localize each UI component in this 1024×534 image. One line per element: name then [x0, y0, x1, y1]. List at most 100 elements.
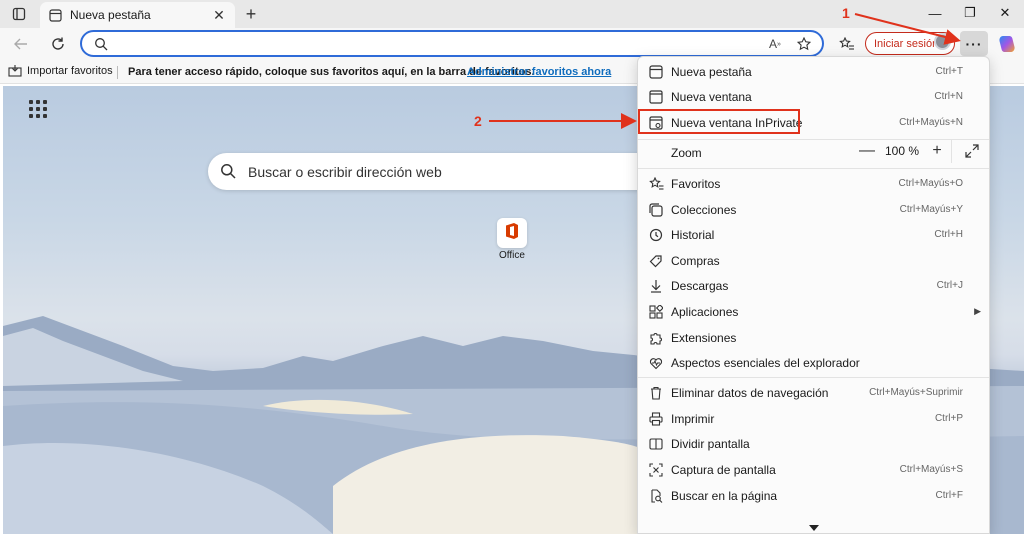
- screenshot-icon: [648, 462, 664, 478]
- menu-item-downloads[interactable]: Descargas Ctrl+J: [638, 273, 989, 298]
- annotation-step-1: 1: [842, 5, 850, 21]
- new-window-icon: [648, 89, 664, 105]
- menu-label: Historial: [671, 227, 715, 242]
- menu-item-clear-browsing-data[interactable]: Eliminar datos de navegación Ctrl+Mayús+…: [638, 380, 989, 405]
- new-tab-favicon-icon: [48, 8, 62, 22]
- heart-pulse-icon: [648, 355, 664, 371]
- menu-label: Compras: [671, 253, 720, 268]
- menu-shortcut: Ctrl+Mayús+Suprimir: [869, 387, 963, 398]
- avatar[interactable]: [934, 33, 951, 50]
- menu-divider: [638, 168, 989, 169]
- menu-item-screenshot[interactable]: Captura de pantalla Ctrl+Mayús+S: [638, 457, 989, 482]
- menu-item-split-screen[interactable]: Dividir pantalla: [638, 431, 989, 456]
- menu-label: Dividir pantalla: [671, 436, 750, 451]
- new-tab-icon: [648, 64, 664, 80]
- menu-shortcut: Ctrl+J: [936, 280, 963, 291]
- submenu-arrow-icon: ▶: [974, 306, 981, 316]
- menu-shortcut: Ctrl+Mayús+N: [899, 117, 963, 128]
- menu-divider: [638, 377, 989, 378]
- import-icon: [8, 65, 22, 77]
- back-icon[interactable]: [8, 32, 34, 56]
- menu-label: Favoritos: [671, 176, 721, 191]
- history-icon: [648, 227, 664, 243]
- favorites-icon: [648, 176, 664, 192]
- settings-more-button[interactable]: ···: [960, 31, 988, 56]
- favorites-list-icon[interactable]: [834, 32, 860, 56]
- zoom-in-icon[interactable]: +: [927, 141, 947, 161]
- zoom-level: 100 %: [884, 144, 920, 158]
- fullscreen-icon[interactable]: [963, 142, 981, 160]
- menu-item-new-window[interactable]: Nueva ventana Ctrl+N: [638, 84, 989, 109]
- tab-close-icon[interactable]: ✕: [211, 7, 227, 23]
- menu-shortcut: Ctrl+Mayús+Y: [899, 204, 963, 215]
- menu-item-history[interactable]: Historial Ctrl+H: [638, 222, 989, 247]
- download-icon: [648, 278, 664, 294]
- menu-shortcut: Ctrl+Mayús+S: [899, 464, 963, 475]
- menu-label: Captura de pantalla: [671, 462, 776, 477]
- copilot-icon[interactable]: [997, 34, 1017, 54]
- office-label: Office: [499, 250, 525, 261]
- tab-new-tab[interactable]: Nueva pestaña ✕: [40, 2, 235, 28]
- page-search-placeholder: Buscar o escribir dirección web: [248, 164, 442, 180]
- menu-shortcut: Ctrl+H: [934, 229, 963, 240]
- search-icon: [220, 163, 236, 179]
- import-favorites-button[interactable]: Importar favoritos: [8, 65, 113, 77]
- menu-label: Eliminar datos de navegación: [671, 385, 829, 400]
- menu-item-new-tab[interactable]: Nueva pestaña Ctrl+T: [638, 59, 989, 84]
- favorite-star-icon[interactable]: [794, 35, 814, 53]
- menu-item-find-on-page[interactable]: Buscar en la página Ctrl+F: [638, 483, 989, 508]
- menu-label: Nueva ventana InPrivate: [671, 115, 803, 130]
- menu-label: Imprimir: [671, 411, 715, 426]
- restore-icon[interactable]: ❐: [955, 2, 985, 24]
- menu-label: Extensiones: [671, 330, 737, 345]
- page-search-box[interactable]: Buscar o escribir dirección web: [208, 153, 688, 190]
- new-tab-plus-icon[interactable]: +: [240, 4, 262, 24]
- menu-item-collections[interactable]: Colecciones Ctrl+Mayús+Y: [638, 197, 989, 222]
- import-favorites-label: Importar favoritos: [27, 65, 113, 77]
- read-aloud-icon[interactable]: A»: [765, 35, 785, 53]
- menu-item-print[interactable]: Imprimir Ctrl+P: [638, 406, 989, 431]
- menu-item-new-inprivate-window[interactable]: Nueva ventana InPrivate Ctrl+Mayús+N: [638, 110, 989, 135]
- menu-scroll-down-icon[interactable]: [808, 519, 820, 531]
- split-screen-icon: [648, 436, 664, 452]
- settings-menu: Nueva pestaña Ctrl+T Nueva ventana Ctrl+…: [637, 56, 990, 534]
- find-icon: [648, 488, 664, 504]
- menu-label: Buscar en la página: [671, 488, 778, 503]
- zoom-divider: [951, 139, 952, 163]
- manage-favorites-link[interactable]: Administrar favoritos ahora: [467, 66, 611, 78]
- zoom-control: — 100 % +: [857, 141, 947, 161]
- address-input[interactable]: [116, 35, 756, 53]
- favorites-divider: [117, 66, 118, 79]
- menu-shortcut: Ctrl+P: [934, 413, 963, 424]
- menu-label: Descargas: [671, 278, 729, 293]
- menu-shortcut: Ctrl+Mayús+O: [898, 178, 963, 189]
- menu-item-favorites[interactable]: Favoritos Ctrl+Mayús+O: [638, 171, 989, 196]
- zoom-out-icon[interactable]: —: [857, 141, 877, 161]
- refresh-icon[interactable]: [45, 32, 71, 56]
- office-shortcut[interactable]: [497, 218, 527, 248]
- search-icon: [94, 37, 108, 51]
- menu-item-browser-essentials[interactable]: Aspectos esenciales del explorador: [638, 350, 989, 375]
- menu-label: Nueva ventana: [671, 89, 752, 104]
- window-close-icon[interactable]: ✕: [990, 2, 1020, 24]
- tab-title: Nueva pestaña: [70, 8, 151, 22]
- menu-shortcut: Ctrl+F: [935, 490, 964, 501]
- puzzle-icon: [648, 330, 664, 346]
- menu-item-shopping[interactable]: Compras: [638, 248, 989, 273]
- app-launcher-icon[interactable]: [29, 100, 47, 118]
- minimize-icon[interactable]: —: [920, 2, 950, 24]
- address-bar[interactable]: A»: [80, 30, 824, 57]
- menu-label: Zoom: [671, 145, 702, 160]
- menu-label: Colecciones: [671, 202, 737, 217]
- inprivate-icon: [648, 115, 664, 131]
- menu-label: Nueva pestaña: [671, 64, 752, 79]
- collections-icon: [648, 202, 664, 218]
- printer-icon: [648, 411, 664, 427]
- shopping-tag-icon: [648, 253, 664, 269]
- menu-item-apps[interactable]: Aplicaciones ▶: [638, 299, 989, 324]
- menu-item-extensions[interactable]: Extensiones: [638, 325, 989, 350]
- menu-shortcut: Ctrl+T: [935, 66, 964, 77]
- annotation-step-2: 2: [474, 113, 482, 129]
- tab-actions-icon[interactable]: [6, 4, 32, 24]
- menu-label: Aplicaciones: [671, 304, 739, 319]
